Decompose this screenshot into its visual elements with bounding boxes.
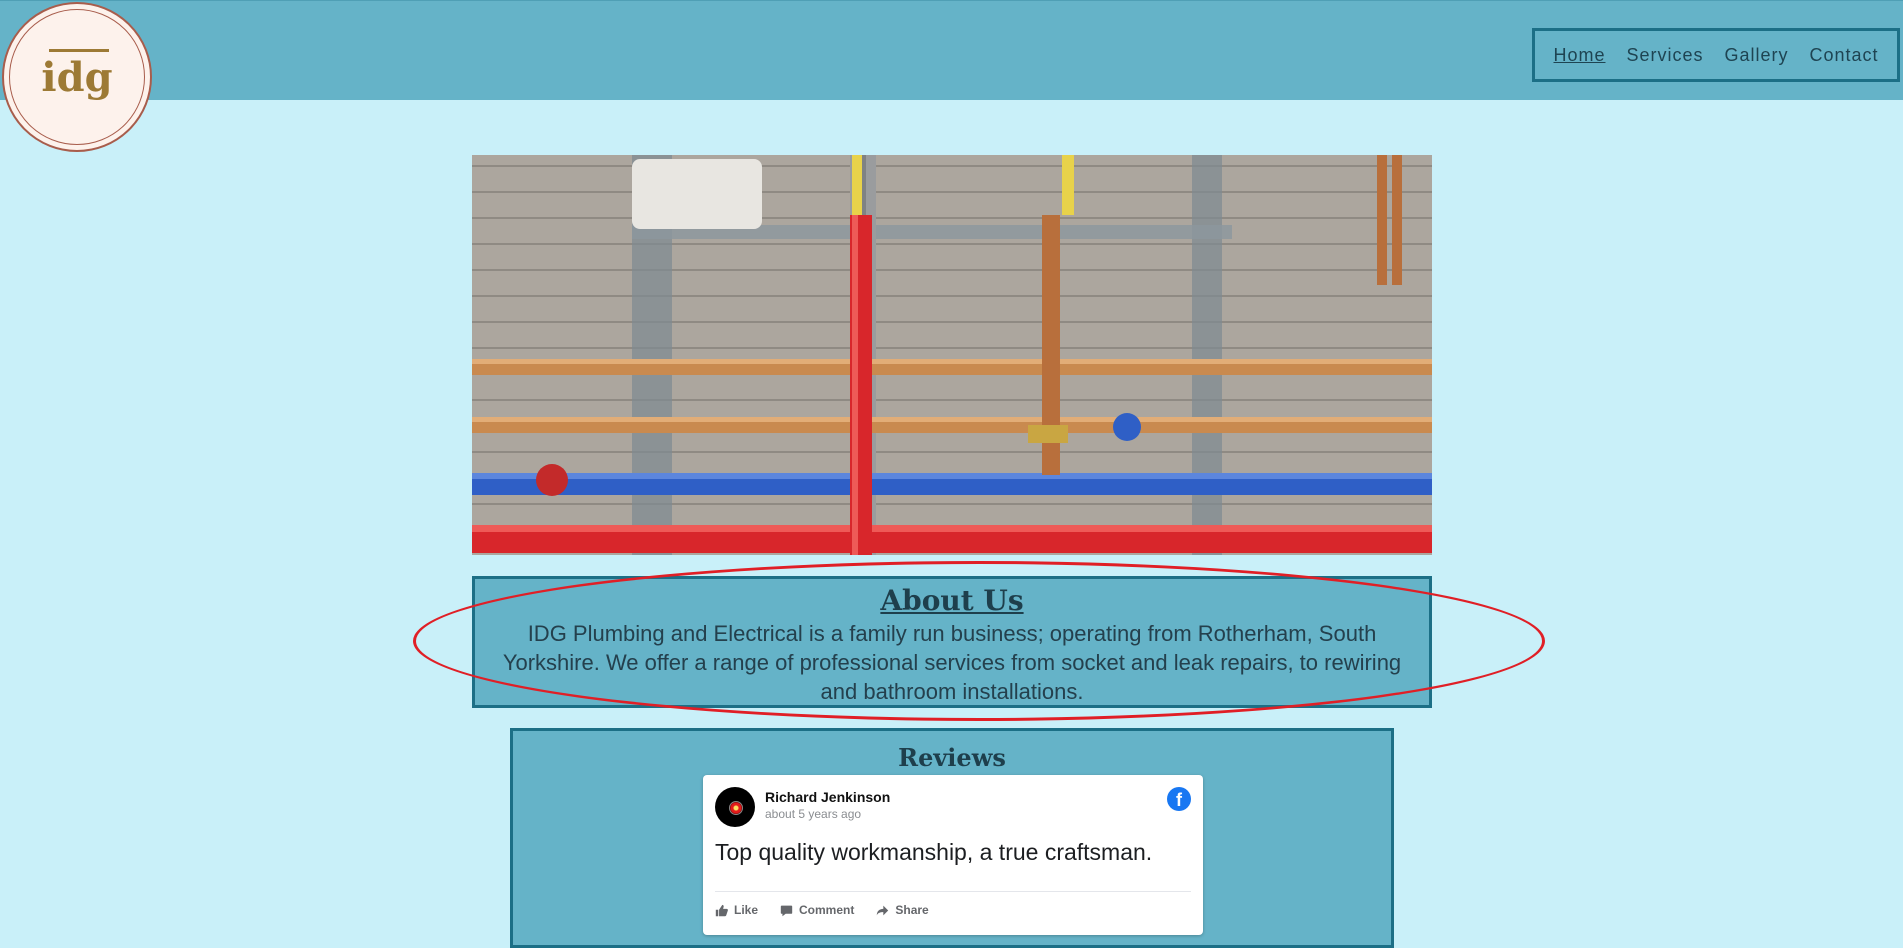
logo-icon[interactable]: idg bbox=[2, 2, 152, 152]
reviewer-name[interactable]: Richard Jenkinson bbox=[765, 789, 890, 805]
main-nav: Home Services Gallery Contact bbox=[1532, 28, 1900, 82]
like-label: Like bbox=[734, 903, 759, 917]
comment-label: Comment bbox=[799, 903, 855, 917]
comment-button[interactable]: Comment bbox=[780, 903, 854, 917]
nav-home[interactable]: Home bbox=[1553, 45, 1605, 66]
avatar-eye-icon bbox=[729, 801, 743, 815]
about-text: IDG Plumbing and Electrical is a family … bbox=[502, 621, 1402, 704]
nav-services[interactable]: Services bbox=[1626, 45, 1703, 66]
review-text: Top quality workmanship, a true craftsma… bbox=[715, 839, 1153, 865]
pipes-illustration bbox=[472, 155, 1432, 555]
like-button[interactable]: Like bbox=[715, 903, 758, 917]
comment-icon bbox=[780, 905, 793, 916]
review-actions: Like Comment Share bbox=[715, 903, 929, 917]
review-timestamp[interactable]: about 5 years ago bbox=[765, 807, 861, 821]
about-section: About Us IDG Plumbing and Electrical is … bbox=[472, 576, 1432, 708]
share-button[interactable]: Share bbox=[876, 903, 929, 917]
facebook-icon[interactable]: f bbox=[1167, 787, 1191, 811]
logo-text: idg bbox=[41, 54, 113, 101]
reviews-title: Reviews bbox=[898, 743, 1006, 772]
nav-gallery[interactable]: Gallery bbox=[1724, 45, 1788, 66]
logo-bar bbox=[49, 49, 109, 52]
share-icon bbox=[877, 905, 889, 915]
about-title: About Us bbox=[880, 584, 1024, 617]
like-icon bbox=[715, 904, 728, 916]
review-divider bbox=[715, 891, 1191, 892]
avatar[interactable] bbox=[715, 787, 755, 827]
reviews-section: Reviews Richard Jenkinson about 5 years … bbox=[510, 728, 1394, 948]
hero-image bbox=[472, 155, 1432, 555]
nav-contact[interactable]: Contact bbox=[1809, 45, 1878, 66]
share-label: Share bbox=[895, 903, 929, 917]
review-card: Richard Jenkinson about 5 years ago f To… bbox=[703, 775, 1203, 935]
site-header: Home Services Gallery Contact bbox=[0, 0, 1903, 100]
